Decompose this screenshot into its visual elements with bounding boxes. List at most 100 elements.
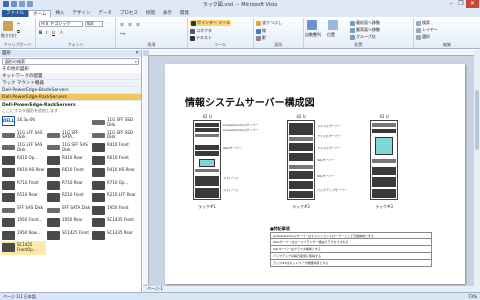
rack3-unit[interactable] <box>372 189 396 198</box>
vertical-scrollbar[interactable] <box>474 50 480 286</box>
paste-button[interactable]: 貼り付け <box>1 33 17 39</box>
bring-front-button[interactable]: 最前面へ移動 <box>350 20 380 26</box>
rack2-callout[interactable]: ファイルサーバー <box>317 124 341 128</box>
italic-button[interactable]: I <box>46 30 47 35</box>
drawing-canvas[interactable]: 情報システムサーバー構成図 42 U ActiveDirectoryサーバー A… <box>143 50 480 292</box>
document-title[interactable]: 情報システムサーバー構成図 <box>185 94 315 109</box>
paste-icon[interactable] <box>3 21 13 31</box>
minimize-button[interactable]: – <box>446 0 456 8</box>
tab-design[interactable]: デザイン <box>68 10 94 17</box>
fill-button[interactable]: 塗りつぶし <box>256 20 282 26</box>
rack2-unit[interactable] <box>289 123 313 135</box>
rack3-unit[interactable] <box>372 177 396 187</box>
rack3-unit[interactable] <box>372 159 396 163</box>
rack1-unit[interactable] <box>195 145 219 150</box>
copy-icon[interactable]: ⧉ <box>17 29 20 34</box>
connector-button[interactable]: コネクタ <box>190 28 212 34</box>
line-button[interactable]: 線 <box>256 28 266 34</box>
rack1-callout[interactable]: ストレージ <box>223 176 238 180</box>
underline-button[interactable]: U <box>52 30 55 35</box>
maximize-button[interactable]: ❐ <box>456 0 466 8</box>
tab-process[interactable]: プロセス <box>116 10 142 17</box>
rack3-unit[interactable] <box>372 167 396 175</box>
tab-file[interactable]: ファイル <box>2 10 28 17</box>
rack2-unit[interactable] <box>289 171 313 179</box>
rack-1[interactable] <box>193 120 221 200</box>
rack2-unit[interactable] <box>289 137 313 141</box>
rack3-unit[interactable] <box>372 129 396 133</box>
font-name-select[interactable]: ＭＳ Ｐゴシック <box>39 21 83 27</box>
stencil-rack-equipment[interactable]: ラック マウント機器 <box>0 80 141 87</box>
rack-2[interactable] <box>287 120 315 200</box>
notes-table[interactable]: ■特記事項 ActiveDirectoryサーバーはドメインコントローラーとして… <box>270 226 432 281</box>
drawing-page[interactable]: 情報システムサーバー構成図 42 U ActiveDirectoryサーバー A… <box>165 64 465 284</box>
shadow-button[interactable]: 影 <box>256 35 266 41</box>
rack2-callout[interactable]: バックアップサーバー <box>317 188 347 192</box>
rack2-callout[interactable]: SQLサーバー <box>317 174 335 178</box>
rack1-unit[interactable] <box>195 169 219 172</box>
stencil-shape-item[interactable]: SC1435 Rear <box>92 229 136 243</box>
rack1-callout[interactable]: ストレージ <box>223 188 238 192</box>
select-button[interactable]: 選択 <box>416 34 430 40</box>
rack1-unit[interactable] <box>195 151 219 156</box>
align-left-icon[interactable]: ☰ <box>120 22 124 27</box>
stencil-blade-servers[interactable]: Dell-PowerEdge-BladeServers <box>0 87 141 94</box>
align-right-icon[interactable]: ☰ <box>136 22 140 27</box>
text-button[interactable]: テキスト <box>190 35 212 41</box>
group-button[interactable]: グループ化 <box>350 34 376 40</box>
stencil-rack-servers[interactable]: Dell-PowerEdge-RackServers <box>0 94 141 101</box>
layers-button[interactable]: レイヤー <box>416 27 438 33</box>
rack2-callout[interactable]: ファイルサーバー <box>317 146 341 150</box>
stencil-network-layout[interactable]: ネットワークの配置 <box>0 73 141 80</box>
tab-view[interactable]: 表示 <box>159 10 176 17</box>
bold-button[interactable]: B <box>39 30 42 35</box>
rack2-unit[interactable] <box>289 153 313 161</box>
stencil-shape-item[interactable]: SC1425 Front <box>47 229 91 243</box>
rack2-unit[interactable] <box>289 143 313 151</box>
send-back-button[interactable]: 最背面へ移動 <box>350 27 380 33</box>
rack1-unit[interactable] <box>195 176 219 186</box>
stencil-shape-item[interactable]: SC1425 FrontOp... <box>2 241 46 255</box>
rack3-monitor[interactable] <box>375 137 393 155</box>
close-button[interactable]: ✕ <box>466 0 479 8</box>
rack2-unit[interactable] <box>289 165 313 169</box>
scroll-thumb[interactable] <box>475 90 479 150</box>
font-color-button[interactable]: A <box>60 30 63 35</box>
rack1-unit[interactable] <box>195 134 219 137</box>
rack1-callout[interactable]: ActiveDirectoryサーバー <box>223 123 258 127</box>
server-shape-icon <box>2 180 15 190</box>
rack2-unit[interactable] <box>289 191 313 198</box>
zoom-level[interactable]: 73% <box>468 293 477 300</box>
rack-3[interactable] <box>370 120 398 200</box>
tab-developer[interactable]: 開発 <box>176 10 193 17</box>
auto-align-icon[interactable] <box>307 20 317 30</box>
rack2-callout[interactable]: SQLサーバー <box>317 158 335 162</box>
pane-close-icon[interactable]: ✕ <box>135 50 139 57</box>
tab-review[interactable]: 校閲 <box>142 10 159 17</box>
rack1-unit[interactable] <box>195 188 219 198</box>
tab-home[interactable]: ホーム <box>28 10 52 17</box>
tab-page-1[interactable]: ページ-1 <box>147 286 163 291</box>
shape-search-input[interactable]: 図形の検索 ⌕ <box>2 58 139 65</box>
align-center-icon[interactable]: ☰ <box>128 22 132 27</box>
rack3-unit[interactable] <box>372 123 396 127</box>
rack1-callout[interactable]: ActiveDirectoryサーバー <box>223 128 258 132</box>
cut-icon[interactable]: ✂ <box>17 21 20 26</box>
rack2-callout[interactable]: ファイルサーバー <box>317 134 341 138</box>
tab-data[interactable]: データ <box>94 10 116 17</box>
rack1-monitor[interactable] <box>199 159 215 167</box>
rack1-unit[interactable] <box>195 123 219 127</box>
find-button[interactable]: 検索 <box>416 20 430 26</box>
font-size-select[interactable]: 8pt <box>85 21 103 27</box>
search-icon[interactable]: ⌕ <box>135 59 137 64</box>
rack1-unit[interactable] <box>195 128 219 132</box>
more-shapes-link[interactable]: その他の図形 <box>0 66 141 73</box>
position-button[interactable]: 位置 <box>327 32 335 38</box>
position-icon[interactable] <box>328 20 338 30</box>
tab-insert[interactable]: 挿入 <box>51 10 68 17</box>
pointer-tool-button[interactable]: ポインター ツール <box>190 20 232 26</box>
bullets-icon[interactable]: •≡ <box>120 31 126 36</box>
auto-align-button[interactable]: 自動整列 <box>305 32 321 38</box>
rack1-callout[interactable]: Webサーバー <box>223 146 242 150</box>
rack2-unit[interactable] <box>289 181 313 189</box>
